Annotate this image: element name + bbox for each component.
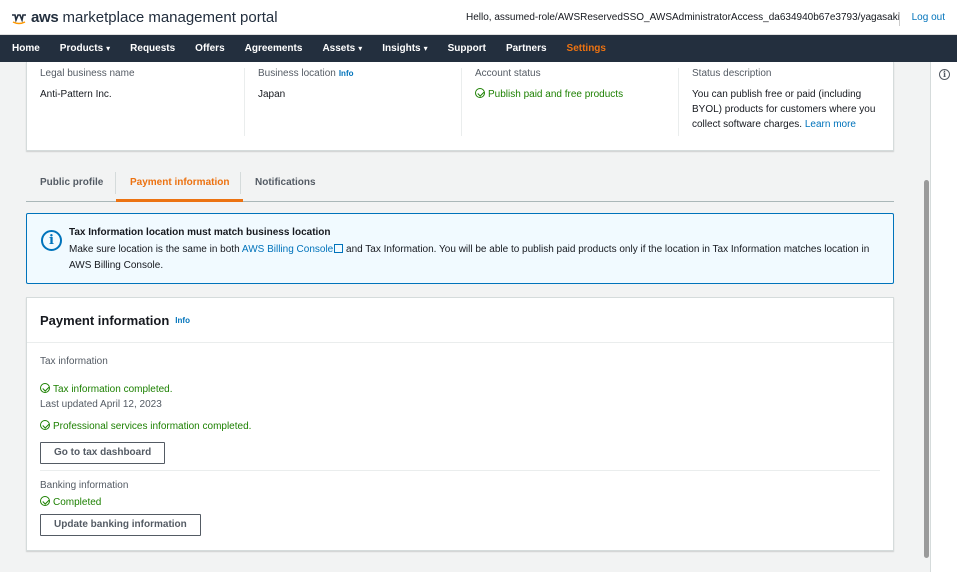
nav-insights-label: Insights xyxy=(382,43,421,54)
legal-name-column: Legal business name Anti-Pattern Inc. xyxy=(40,68,240,136)
panel-title: Payment information Info xyxy=(40,313,190,328)
professional-services-status: Professional services information comple… xyxy=(40,420,251,432)
tax-information-label: Tax information xyxy=(40,356,108,367)
account-status-text: Publish paid and free products xyxy=(488,89,624,100)
go-to-tax-dashboard-button[interactable]: Go to tax dashboard xyxy=(40,442,166,464)
aws-billing-console-link-text: AWS Billing Console xyxy=(241,244,334,255)
nav-assets[interactable]: Assets ▾ xyxy=(322,43,362,54)
info-icon[interactable]: i xyxy=(939,69,950,80)
payment-information-panel: Payment information Info Tax information … xyxy=(26,297,894,551)
business-location-label-text: Business location xyxy=(258,68,336,79)
account-status-column: Account status Publish paid and free pro… xyxy=(461,68,678,136)
nav-partners[interactable]: Partners xyxy=(506,43,547,54)
info-icon: i xyxy=(41,230,62,251)
main-nav: Home Products ▾ Requests Offers Agreement… xyxy=(0,35,957,62)
check-circle-icon xyxy=(475,88,485,98)
update-banking-information-button[interactable]: Update banking information xyxy=(40,514,201,536)
status-description-column: Status description You can publish free … xyxy=(678,68,888,136)
check-circle-icon xyxy=(40,420,50,430)
nav-offers[interactable]: Offers xyxy=(195,43,224,54)
nav-home[interactable]: Home xyxy=(12,43,40,54)
account-summary: Legal business name Anti-Pattern Inc. Bu… xyxy=(26,62,894,151)
settings-tabs: Public profile Payment information Notif… xyxy=(26,164,894,202)
business-location-label: Business location Info xyxy=(258,68,461,79)
tab-notifications[interactable]: Notifications xyxy=(241,164,330,201)
legal-name-value: Anti-Pattern Inc. xyxy=(40,89,112,100)
banking-status-text: Completed xyxy=(53,497,102,508)
status-description-line: collect software charges. Learn more xyxy=(692,117,888,132)
nav-settings[interactable]: Settings xyxy=(567,43,606,54)
business-location-column: Business location Info Japan xyxy=(244,68,461,136)
business-location-value: Japan xyxy=(258,89,286,100)
banking-status: Completed xyxy=(40,496,101,508)
check-circle-icon xyxy=(40,383,50,393)
external-link-icon xyxy=(334,244,344,253)
status-description-line: BYOL) products for customers where you xyxy=(692,104,876,115)
logo-portal-text: marketplace management portal xyxy=(62,9,278,26)
tax-status: Tax information completed. xyxy=(40,383,173,395)
legal-name-label: Legal business name xyxy=(40,68,135,79)
panel-header: Payment information Info xyxy=(27,298,893,343)
account-status-value: Publish paid and free products xyxy=(475,87,678,102)
nav-agreements[interactable]: Agreements xyxy=(245,43,303,54)
tax-status-text: Tax information completed. xyxy=(53,384,173,395)
learn-more-link[interactable]: Learn more xyxy=(805,119,856,130)
alert-body-text: and Tax Information. You will be able to… xyxy=(346,244,870,255)
business-location-info-link[interactable]: Info xyxy=(339,69,354,78)
alert-body: Make sure location is the same in both A… xyxy=(69,242,879,274)
scrollbar-thumb[interactable] xyxy=(924,180,929,558)
status-description-label: Status description xyxy=(692,68,772,79)
tax-last-updated: Last updated April 12, 2023 xyxy=(40,399,162,410)
check-circle-icon xyxy=(40,496,50,506)
chevron-down-icon: ▾ xyxy=(358,44,363,53)
alert-title: Tax Information location must match busi… xyxy=(69,227,331,238)
alert-body-text: Make sure location is the same in both xyxy=(69,244,240,255)
alert-body-text: AWS Billing Console. xyxy=(69,260,164,271)
nav-requests[interactable]: Requests xyxy=(130,43,175,54)
status-description-line: You can publish free or paid (including xyxy=(692,89,862,100)
payment-info-link[interactable]: Info xyxy=(175,316,190,325)
nav-products[interactable]: Products ▾ xyxy=(60,43,110,54)
banking-information-label: Banking information xyxy=(40,480,129,491)
chevron-down-icon: ▾ xyxy=(423,44,428,53)
logout-link[interactable]: Log out xyxy=(898,12,945,26)
status-description-text: You can publish free or paid (including … xyxy=(692,87,888,132)
section-divider xyxy=(40,470,880,471)
tax-location-alert: i Tax Information location must match bu… xyxy=(26,213,894,284)
aws-billing-console-link[interactable]: AWS Billing Console xyxy=(241,244,344,255)
smile-arrow-logo-icon xyxy=(12,13,26,24)
help-panel-rail xyxy=(930,62,957,572)
nav-insights[interactable]: Insights ▾ xyxy=(382,43,427,54)
top-bar: aws marketplace management portal Hello,… xyxy=(0,0,957,35)
professional-services-status-text: Professional services information comple… xyxy=(53,421,252,432)
nav-support[interactable]: Support xyxy=(448,43,486,54)
account-status-label: Account status xyxy=(475,68,541,79)
user-greeting: Hello, assumed-role/AWSReservedSSO_AWSAd… xyxy=(466,12,900,23)
nav-assets-label: Assets xyxy=(322,43,356,54)
tab-payment-information[interactable]: Payment information xyxy=(116,164,244,202)
status-description-line-text: collect software charges. xyxy=(692,119,803,130)
chevron-down-icon: ▾ xyxy=(106,44,111,53)
aws-marketplace-logo[interactable]: aws marketplace management portal xyxy=(11,9,278,26)
nav-products-label: Products xyxy=(59,43,104,54)
panel-title-text: Payment information xyxy=(40,313,170,328)
tab-public-profile[interactable]: Public profile xyxy=(26,164,117,201)
logo-aws-text: aws xyxy=(31,9,59,26)
